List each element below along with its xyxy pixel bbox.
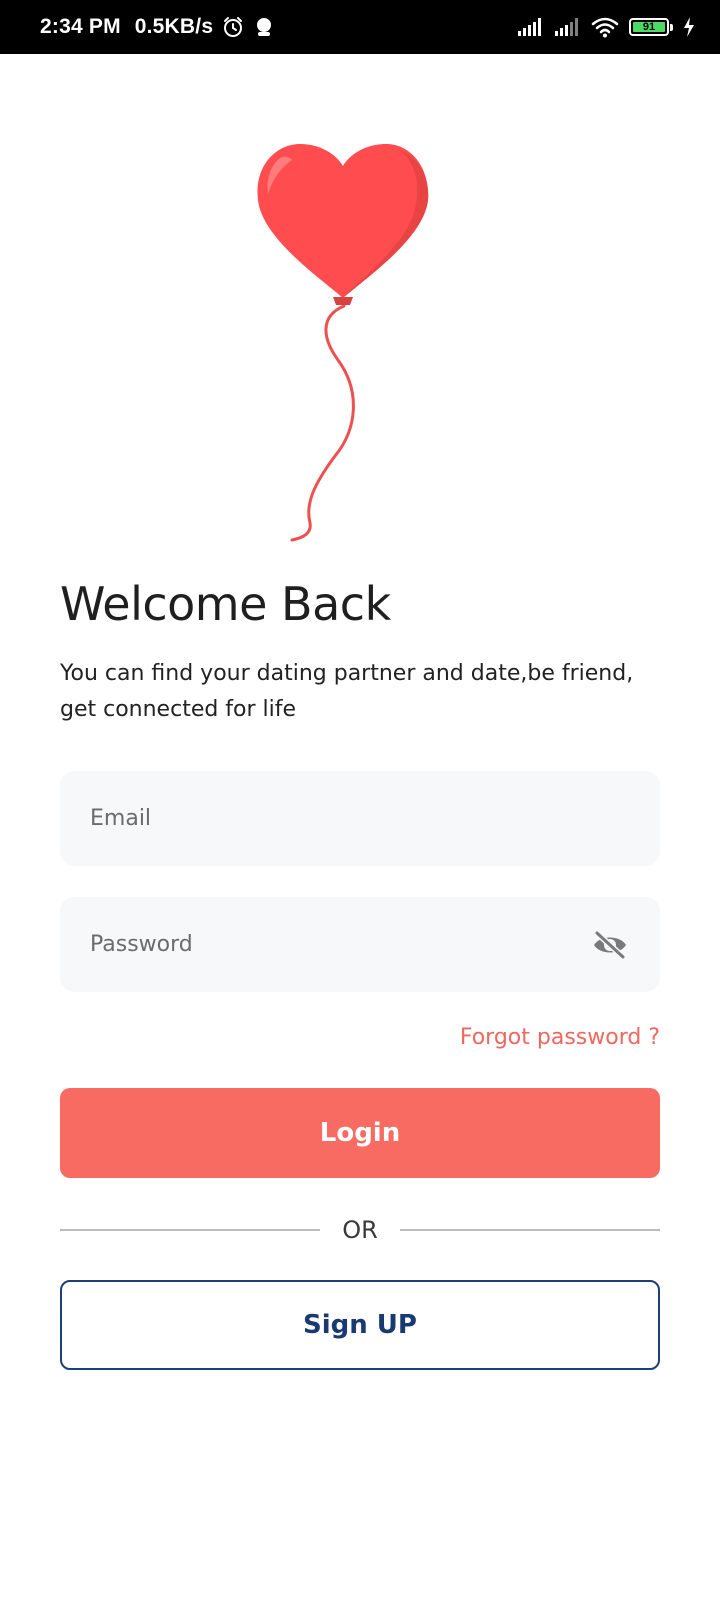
battery-icon: 91 [629, 18, 669, 36]
forgot-password-link[interactable]: Forgot password ? [460, 1025, 660, 1050]
notification-icon [253, 15, 275, 39]
login-screen: 2:34 PM 0.5KB/s 91 Welcome Back You can … [0, 0, 720, 1600]
battery-nub [670, 23, 673, 31]
status-right: 91 [508, 16, 696, 38]
status-left: 2:34 PM 0.5KB/s [40, 15, 283, 39]
signal-icon [554, 17, 582, 37]
charging-icon [682, 16, 696, 38]
signal-icon [517, 17, 545, 37]
email-field-container [60, 771, 660, 866]
network-speed: 0.5KB/s [134, 15, 214, 38]
divider-line-right [400, 1229, 660, 1231]
page-subtitle: You can find your dating partner and dat… [60, 661, 634, 722]
status-time: 2:34 PM [40, 15, 121, 38]
wifi-icon [591, 16, 619, 38]
page-title: Welcome Back [60, 577, 391, 631]
eye-off-icon[interactable] [590, 928, 630, 962]
or-label: OR [342, 1216, 378, 1244]
heart-balloon-illustration [250, 138, 450, 548]
login-button[interactable]: Login [60, 1088, 660, 1178]
status-bar: 2:34 PM 0.5KB/s 91 [0, 0, 720, 54]
email-input[interactable] [90, 806, 630, 831]
password-field-container [60, 897, 660, 992]
signup-button[interactable]: Sign UP [60, 1280, 660, 1370]
alarm-icon [221, 15, 245, 39]
battery-level: 91 [642, 21, 656, 33]
or-divider: OR [60, 1212, 660, 1248]
divider-line-left [60, 1229, 320, 1231]
password-input[interactable] [90, 932, 590, 957]
